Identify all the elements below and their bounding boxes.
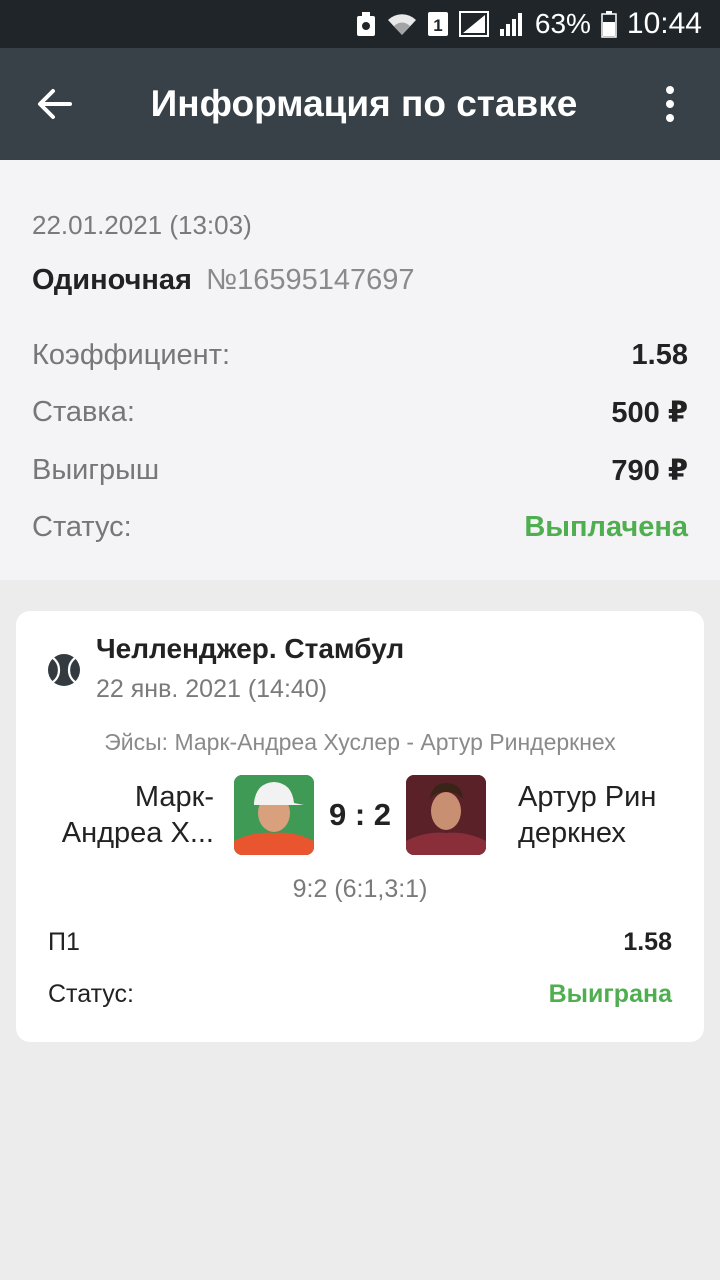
- league-name: Челленджер. Стамбул: [96, 633, 405, 664]
- signal-strength-icon: [499, 11, 525, 37]
- team2-name-line2: деркнех: [518, 817, 626, 849]
- back-button[interactable]: [24, 76, 84, 132]
- battery-icon: [601, 10, 617, 38]
- more-vert-icon: [666, 86, 674, 122]
- stake-row: Ставка: 500 ₽: [32, 392, 688, 432]
- winnings-label: Выигрыш: [32, 453, 160, 486]
- stake-value: 500 ₽: [611, 396, 688, 429]
- bet-number: №16595147697: [205, 264, 415, 296]
- bet-date: 22.01.2021 (13:03): [32, 210, 252, 240]
- status-row: Статус: Выплачена: [32, 507, 688, 547]
- event-date: 22 янв. 2021 (14:40): [96, 675, 328, 703]
- arrow-back-icon: [38, 89, 72, 119]
- status-label: Статус:: [32, 510, 132, 543]
- event-status-row: Статус: Выиграна: [48, 976, 672, 1012]
- bet-type: Одиночная: [32, 264, 192, 296]
- event-card[interactable]: Челленджер. Стамбул 22 янв. 2021 (14:40)…: [16, 611, 704, 1042]
- team1-name: Марк- Андреа Х...: [38, 779, 214, 851]
- wifi-icon: [387, 11, 417, 37]
- event-status-label: Статус:: [48, 979, 134, 1008]
- notification-icon: [355, 10, 377, 38]
- more-menu-button[interactable]: [642, 76, 698, 132]
- set-scores: 9:2 (6:1,3:1): [292, 875, 428, 903]
- sim-card-icon: 1: [427, 11, 449, 37]
- stake-label: Ставка:: [32, 395, 135, 428]
- market-name: Эйсы: Марк-Андреа Хуслер - Артур Риндерк…: [104, 729, 616, 755]
- coefficient-row: Коэффициент: 1.58: [32, 335, 688, 375]
- battery-percent: 63%: [534, 8, 591, 39]
- status-badge: Выплачена: [524, 510, 688, 543]
- winnings-row: Выигрыш 790 ₽: [32, 450, 688, 490]
- bet-type-line: Одиночная №16595147697: [32, 264, 415, 297]
- team2-name: Артур Рин деркнех: [518, 779, 688, 851]
- match-score: 9 : 2: [328, 797, 392, 832]
- coefficient-label: Коэффициент:: [32, 338, 231, 371]
- app-bar: Информация по ставке: [0, 48, 720, 160]
- coefficient-value: 1.58: [631, 338, 688, 371]
- outcome-coefficient: 1.58: [623, 927, 672, 956]
- team1-name-line2: Андреа Х...: [61, 817, 214, 849]
- page-title: Информация по ставке: [150, 83, 578, 124]
- team2-avatar: [406, 775, 486, 855]
- outcome-label: П1: [48, 927, 80, 956]
- bet-summary: 22.01.2021 (13:03) Одиночная №16595147697…: [0, 160, 720, 580]
- tennis-ball-icon: [47, 653, 81, 692]
- svg-text:1: 1: [433, 16, 442, 35]
- team1-avatar: [234, 775, 314, 855]
- signal-box-icon: [458, 11, 489, 37]
- team1-name-line1: Марк-: [134, 781, 214, 813]
- clock: 10:44: [626, 7, 702, 40]
- outcome-row: П1 1.58: [48, 924, 672, 960]
- team2-name-line1: Артур Рин: [518, 781, 657, 813]
- event-status-badge: Выиграна: [548, 979, 672, 1008]
- status-bar: 1 63% 10:44: [0, 0, 720, 48]
- winnings-value: 790 ₽: [611, 454, 688, 487]
